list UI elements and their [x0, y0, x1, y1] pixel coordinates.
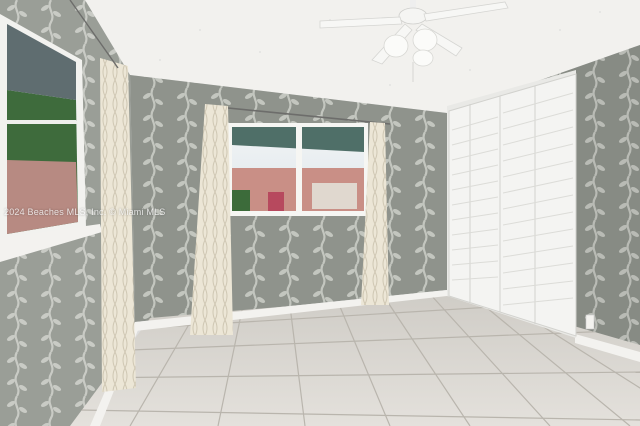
closet-doors	[447, 70, 577, 338]
photo-watermark: 2024 Beaches MLS, Inc. © Miami MLS	[4, 207, 166, 217]
back-window	[228, 123, 368, 216]
room-photo: 2024 Beaches MLS, Inc. © Miami MLS	[0, 0, 640, 426]
wall-outlet	[585, 314, 595, 330]
